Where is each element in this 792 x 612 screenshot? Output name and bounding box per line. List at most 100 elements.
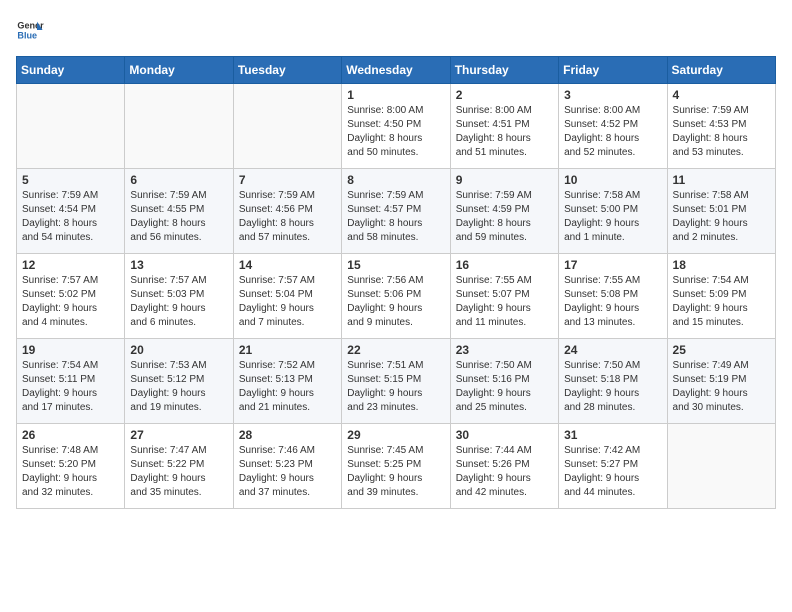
day-info: Sunrise: 7:52 AM Sunset: 5:13 PM Dayligh… bbox=[239, 359, 336, 415]
weekday-header-friday: Friday bbox=[559, 57, 667, 84]
logo: General Blue bbox=[16, 16, 44, 44]
day-number: 3 bbox=[564, 88, 661, 102]
day-info: Sunrise: 7:54 AM Sunset: 5:11 PM Dayligh… bbox=[22, 359, 119, 415]
day-info: Sunrise: 7:45 AM Sunset: 5:25 PM Dayligh… bbox=[347, 444, 444, 500]
calendar-cell: 26Sunrise: 7:48 AM Sunset: 5:20 PM Dayli… bbox=[17, 424, 125, 509]
day-number: 23 bbox=[456, 343, 553, 357]
calendar-cell: 14 Sunrise: 7:57 AM Sunset: 5:04 PM Dayli… bbox=[233, 254, 341, 339]
calendar-cell: 7 Sunrise: 7:59 AM Sunset: 4:56 PM Daylig… bbox=[233, 169, 341, 254]
day-number: 6 bbox=[130, 173, 227, 187]
calendar-cell bbox=[125, 84, 233, 169]
calendar-cell: 23Sunrise: 7:50 AM Sunset: 5:16 PM Dayli… bbox=[450, 339, 558, 424]
day-info: Sunrise: 7:44 AM Sunset: 5:26 PM Dayligh… bbox=[456, 444, 553, 500]
day-info: Sunrise: 7:59 AM Sunset: 4:55 PM Dayligh… bbox=[130, 189, 227, 245]
day-number: 9 bbox=[456, 173, 553, 187]
calendar-cell: 22 Sunrise: 7:51 AM Sunset: 5:15 PM Dayli… bbox=[342, 339, 450, 424]
day-info: Sunrise: 7:51 AM Sunset: 5:15 PM Dayligh… bbox=[347, 359, 444, 415]
calendar-week-row: 19 Sunrise: 7:54 AM Sunset: 5:11 PM Dayli… bbox=[17, 339, 776, 424]
logo-icon: General Blue bbox=[16, 16, 44, 44]
day-info: Sunrise: 7:59 AM Sunset: 4:53 PM Dayligh… bbox=[673, 104, 770, 160]
day-info: Sunrise: 7:59 AM Sunset: 4:54 PM Dayligh… bbox=[22, 189, 119, 245]
day-info: Sunrise: 7:58 AM Sunset: 5:01 PM Dayligh… bbox=[673, 189, 770, 245]
day-info: Sunrise: 7:47 AM Sunset: 5:22 PM Dayligh… bbox=[130, 444, 227, 500]
day-info: Sunrise: 7:48 AM Sunset: 5:20 PM Dayligh… bbox=[22, 444, 119, 500]
day-number: 10 bbox=[564, 173, 661, 187]
day-number: 16 bbox=[456, 258, 553, 272]
calendar-cell: 3 Sunrise: 8:00 AM Sunset: 4:52 PM Daylig… bbox=[559, 84, 667, 169]
calendar-cell: 15 Sunrise: 7:56 AM Sunset: 5:06 PM Dayli… bbox=[342, 254, 450, 339]
day-number: 21 bbox=[239, 343, 336, 357]
calendar-cell bbox=[17, 84, 125, 169]
day-info: Sunrise: 7:59 AM Sunset: 4:56 PM Dayligh… bbox=[239, 189, 336, 245]
day-number: 29 bbox=[347, 428, 444, 442]
calendar-cell: 8 Sunrise: 7:59 AM Sunset: 4:57 PM Daylig… bbox=[342, 169, 450, 254]
calendar-cell: 27 Sunrise: 7:47 AM Sunset: 5:22 PM Dayli… bbox=[125, 424, 233, 509]
calendar-cell: 17Sunrise: 7:55 AM Sunset: 5:08 PM Dayli… bbox=[559, 254, 667, 339]
day-info: Sunrise: 7:54 AM Sunset: 5:09 PM Dayligh… bbox=[673, 274, 770, 330]
day-info: Sunrise: 7:57 AM Sunset: 5:02 PM Dayligh… bbox=[22, 274, 119, 330]
day-number: 13 bbox=[130, 258, 227, 272]
day-number: 7 bbox=[239, 173, 336, 187]
weekday-header-row: SundayMondayTuesdayWednesdayThursdayFrid… bbox=[17, 57, 776, 84]
day-number: 27 bbox=[130, 428, 227, 442]
calendar-cell: 21 Sunrise: 7:52 AM Sunset: 5:13 PM Dayli… bbox=[233, 339, 341, 424]
weekday-header-thursday: Thursday bbox=[450, 57, 558, 84]
calendar-cell: 4 Sunrise: 7:59 AM Sunset: 4:53 PM Daylig… bbox=[667, 84, 775, 169]
day-info: Sunrise: 7:57 AM Sunset: 5:04 PM Dayligh… bbox=[239, 274, 336, 330]
weekday-header-monday: Monday bbox=[125, 57, 233, 84]
day-number: 1 bbox=[347, 88, 444, 102]
day-number: 22 bbox=[347, 343, 444, 357]
day-number: 14 bbox=[239, 258, 336, 272]
day-number: 5 bbox=[22, 173, 119, 187]
calendar-cell: 18 Sunrise: 7:54 AM Sunset: 5:09 PM Dayli… bbox=[667, 254, 775, 339]
weekday-header-wednesday: Wednesday bbox=[342, 57, 450, 84]
calendar-week-row: 26Sunrise: 7:48 AM Sunset: 5:20 PM Dayli… bbox=[17, 424, 776, 509]
day-number: 18 bbox=[673, 258, 770, 272]
day-info: Sunrise: 8:00 AM Sunset: 4:51 PM Dayligh… bbox=[456, 104, 553, 160]
day-info: Sunrise: 7:55 AM Sunset: 5:08 PM Dayligh… bbox=[564, 274, 661, 330]
calendar-week-row: 5 Sunrise: 7:59 AM Sunset: 4:54 PM Daylig… bbox=[17, 169, 776, 254]
calendar-cell: 19 Sunrise: 7:54 AM Sunset: 5:11 PM Dayli… bbox=[17, 339, 125, 424]
day-number: 8 bbox=[347, 173, 444, 187]
day-number: 31 bbox=[564, 428, 661, 442]
day-number: 15 bbox=[347, 258, 444, 272]
day-info: Sunrise: 7:53 AM Sunset: 5:12 PM Dayligh… bbox=[130, 359, 227, 415]
day-info: Sunrise: 7:56 AM Sunset: 5:06 PM Dayligh… bbox=[347, 274, 444, 330]
day-number: 20 bbox=[130, 343, 227, 357]
calendar-table: SundayMondayTuesdayWednesdayThursdayFrid… bbox=[16, 56, 776, 509]
calendar-week-row: 1Sunrise: 8:00 AM Sunset: 4:50 PM Daylig… bbox=[17, 84, 776, 169]
calendar-cell: 1Sunrise: 8:00 AM Sunset: 4:50 PM Daylig… bbox=[342, 84, 450, 169]
day-info: Sunrise: 7:58 AM Sunset: 5:00 PM Dayligh… bbox=[564, 189, 661, 245]
day-info: Sunrise: 7:57 AM Sunset: 5:03 PM Dayligh… bbox=[130, 274, 227, 330]
day-info: Sunrise: 7:50 AM Sunset: 5:18 PM Dayligh… bbox=[564, 359, 661, 415]
day-number: 25 bbox=[673, 343, 770, 357]
calendar-cell bbox=[233, 84, 341, 169]
calendar-cell: 25 Sunrise: 7:49 AM Sunset: 5:19 PM Dayli… bbox=[667, 339, 775, 424]
calendar-cell: 9 Sunrise: 7:59 AM Sunset: 4:59 PM Daylig… bbox=[450, 169, 558, 254]
day-number: 28 bbox=[239, 428, 336, 442]
day-number: 11 bbox=[673, 173, 770, 187]
calendar-week-row: 12 Sunrise: 7:57 AM Sunset: 5:02 PM Dayli… bbox=[17, 254, 776, 339]
weekday-header-saturday: Saturday bbox=[667, 57, 775, 84]
day-info: Sunrise: 8:00 AM Sunset: 4:52 PM Dayligh… bbox=[564, 104, 661, 160]
day-info: Sunrise: 7:49 AM Sunset: 5:19 PM Dayligh… bbox=[673, 359, 770, 415]
day-info: Sunrise: 7:59 AM Sunset: 4:59 PM Dayligh… bbox=[456, 189, 553, 245]
calendar-cell: 13 Sunrise: 7:57 AM Sunset: 5:03 PM Dayli… bbox=[125, 254, 233, 339]
day-number: 24 bbox=[564, 343, 661, 357]
day-info: Sunrise: 7:42 AM Sunset: 5:27 PM Dayligh… bbox=[564, 444, 661, 500]
day-number: 12 bbox=[22, 258, 119, 272]
calendar-cell bbox=[667, 424, 775, 509]
page-header: General Blue bbox=[16, 16, 776, 44]
day-number: 4 bbox=[673, 88, 770, 102]
calendar-cell: 16 Sunrise: 7:55 AM Sunset: 5:07 PM Dayli… bbox=[450, 254, 558, 339]
day-number: 2 bbox=[456, 88, 553, 102]
day-number: 19 bbox=[22, 343, 119, 357]
weekday-header-sunday: Sunday bbox=[17, 57, 125, 84]
day-info: Sunrise: 7:59 AM Sunset: 4:57 PM Dayligh… bbox=[347, 189, 444, 245]
day-info: Sunrise: 7:55 AM Sunset: 5:07 PM Dayligh… bbox=[456, 274, 553, 330]
calendar-cell: 11 Sunrise: 7:58 AM Sunset: 5:01 PM Dayli… bbox=[667, 169, 775, 254]
day-number: 30 bbox=[456, 428, 553, 442]
calendar-cell: 30 Sunrise: 7:44 AM Sunset: 5:26 PM Dayli… bbox=[450, 424, 558, 509]
calendar-cell: 2 Sunrise: 8:00 AM Sunset: 4:51 PM Daylig… bbox=[450, 84, 558, 169]
svg-text:Blue: Blue bbox=[17, 30, 37, 40]
